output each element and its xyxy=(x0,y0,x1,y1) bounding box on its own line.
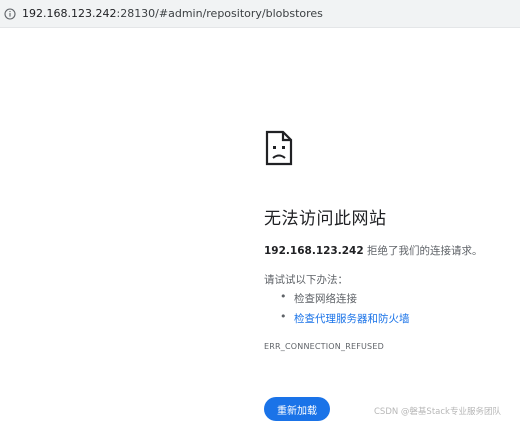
error-description: 192.168.123.242 拒绝了我们的连接请求。 xyxy=(264,243,514,258)
address-bar[interactable]: 192.168.123.242:28130/#admin/repository/… xyxy=(0,0,520,28)
error-code: ERR_CONNECTION_REFUSED xyxy=(264,342,384,351)
url-text[interactable]: 192.168.123.242:28130/#admin/repository/… xyxy=(22,7,323,20)
watermark: CSDN @磐基Stack专业服务团队 xyxy=(374,407,501,417)
error-page-content: 无法访问此网站 192.168.123.242 拒绝了我们的连接请求。 请试试以… xyxy=(264,130,514,421)
suggestion-check-network: 检查网络连接 xyxy=(276,290,514,306)
suggestions-heading: 请试试以下办法： xyxy=(264,274,348,286)
error-host: 192.168.123.242 xyxy=(264,245,364,257)
suggestions-list: 检查网络连接 检查代理服务器和防火墙 xyxy=(264,290,514,326)
error-description-text: 拒绝了我们的连接请求。 xyxy=(363,245,483,257)
url-host: 192.168.123.242 xyxy=(22,7,117,20)
reload-button[interactable]: 重新加载 xyxy=(264,397,330,421)
suggestion-check-proxy-link[interactable]: 检查代理服务器和防火墙 xyxy=(276,310,514,326)
url-path: :28130/#admin/repository/blobstores xyxy=(116,7,323,20)
sad-document-icon xyxy=(264,130,294,166)
info-icon[interactable] xyxy=(4,7,16,20)
error-title: 无法访问此网站 xyxy=(264,209,387,229)
